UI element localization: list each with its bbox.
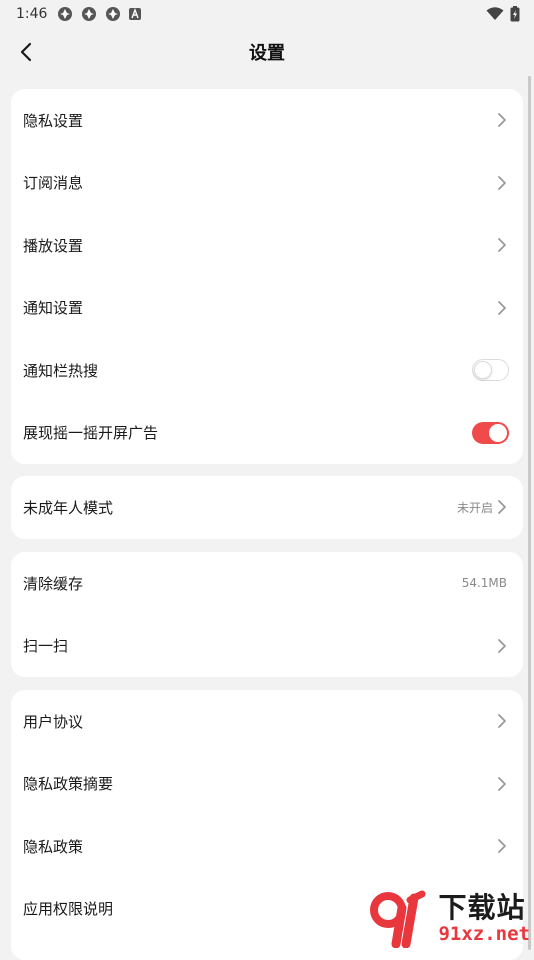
app-notification-icon xyxy=(81,6,97,22)
app-notification-icon xyxy=(57,6,73,22)
scrollbar-thumb[interactable] xyxy=(528,76,531,950)
settings-row-shake-splash-ad: 展现摇一摇开屏广告 xyxy=(11,402,523,465)
nav-bar: 设置 xyxy=(0,28,534,76)
status-notification-icons xyxy=(57,6,141,22)
settings-row-minor-mode[interactable]: 未成年人模式 未开启 xyxy=(11,476,523,539)
app-notification-icon xyxy=(105,6,121,22)
settings-row-subscription-messages[interactable]: 订阅消息 xyxy=(11,152,523,215)
row-label: 扫一扫 xyxy=(23,635,68,656)
row-label: 未成年人模式 xyxy=(23,497,113,518)
row-label: 隐私政策 xyxy=(23,836,83,857)
chevron-right-icon xyxy=(495,111,509,129)
watermark-logo: 下载站 91xz.net xyxy=(358,888,534,950)
chevron-right-icon xyxy=(495,299,509,317)
watermark-url: 91xz.net xyxy=(438,923,530,945)
watermark-brand: 下载站 xyxy=(438,893,525,923)
status-system-icons xyxy=(486,6,520,22)
settings-group-tools: 清除缓存 54.1MB 扫一扫 xyxy=(11,552,523,677)
status-time: 1:46 xyxy=(16,6,47,22)
row-label: 隐私设置 xyxy=(23,110,83,131)
page-title: 设置 xyxy=(249,39,285,65)
minor-mode-status: 未开启 xyxy=(457,499,493,516)
wifi-icon xyxy=(486,7,504,21)
settings-row-scan[interactable]: 扫一扫 xyxy=(11,615,523,678)
chevron-right-icon xyxy=(495,837,509,855)
row-label: 订阅消息 xyxy=(23,172,83,193)
row-label: 应用权限说明 xyxy=(23,898,113,919)
chevron-right-icon xyxy=(495,712,509,730)
shake-splash-ad-toggle[interactable] xyxy=(472,422,509,444)
settings-row-privacy-policy[interactable]: 隐私政策 xyxy=(11,815,523,878)
back-arrow-icon xyxy=(20,42,32,62)
back-button[interactable] xyxy=(10,36,42,68)
toggle-knob xyxy=(474,361,492,379)
settings-group-minor-mode: 未成年人模式 未开启 xyxy=(11,476,523,539)
scrollbar[interactable] xyxy=(528,76,531,950)
settings-row-privacy-settings[interactable]: 隐私设置 xyxy=(11,89,523,152)
battery-icon xyxy=(510,6,520,22)
row-label: 展现摇一摇开屏广告 xyxy=(23,422,158,443)
row-label: 清除缓存 xyxy=(23,573,83,594)
notification-bar-trending-toggle[interactable] xyxy=(472,359,509,381)
row-label: 通知设置 xyxy=(23,297,83,318)
toggle-knob xyxy=(489,424,507,442)
chevron-right-icon xyxy=(495,498,509,516)
settings-row-notification-settings[interactable]: 通知设置 xyxy=(11,277,523,340)
settings-row-clear-cache[interactable]: 清除缓存 54.1MB xyxy=(11,552,523,615)
chevron-right-icon xyxy=(495,174,509,192)
watermark-91-logo-icon xyxy=(370,890,432,948)
status-bar: 1:46 xyxy=(0,0,534,28)
settings-row-playback-settings[interactable]: 播放设置 xyxy=(11,214,523,277)
settings-row-privacy-summary[interactable]: 隐私政策摘要 xyxy=(11,753,523,816)
chevron-right-icon xyxy=(495,637,509,655)
row-label: 隐私政策摘要 xyxy=(23,773,113,794)
cache-size: 54.1MB xyxy=(462,576,507,590)
chevron-right-icon xyxy=(495,775,509,793)
settings-row-notification-bar-trending: 通知栏热搜 xyxy=(11,339,523,402)
settings-group-general: 隐私设置 订阅消息 播放设置 通知设置 通知栏热搜 xyxy=(11,89,523,464)
settings-row-user-agreement[interactable]: 用户协议 xyxy=(11,690,523,753)
chevron-right-icon xyxy=(495,236,509,254)
row-label: 通知栏热搜 xyxy=(23,360,98,381)
a-letter-icon xyxy=(129,8,141,20)
row-label: 播放设置 xyxy=(23,235,83,256)
row-label: 用户协议 xyxy=(23,711,83,732)
